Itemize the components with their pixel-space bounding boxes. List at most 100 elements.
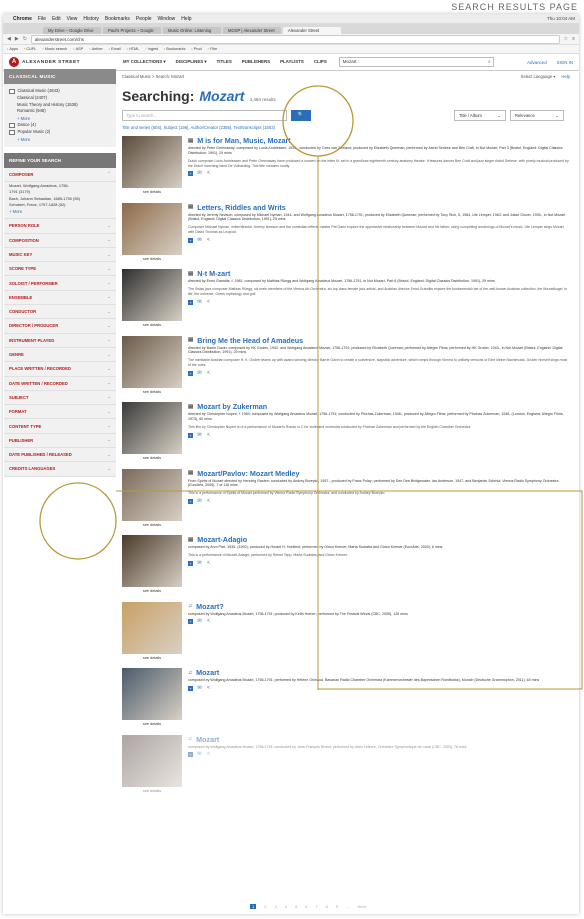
- category-item[interactable]: Romantic (948): [9, 108, 111, 115]
- sort-field-select[interactable]: Title / Album ⌄: [454, 110, 506, 121]
- facet-item[interactable]: INSTRUMENT PLAYED ⌄: [4, 333, 116, 348]
- share-icon[interactable]: <: [206, 237, 211, 243]
- category-item[interactable]: Classical Music (4843): [9, 88, 111, 95]
- share-icon[interactable]: <: [206, 560, 211, 566]
- select-language[interactable]: Select Language ▾: [521, 74, 556, 79]
- facet-item[interactable]: MUSIC KEY ⌄: [4, 247, 116, 263]
- share-icon[interactable]: <: [206, 299, 211, 305]
- facet-composer[interactable]: COMPOSER ⌃: [4, 167, 116, 183]
- see-details-link[interactable]: see details: [143, 656, 161, 660]
- menu-people[interactable]: People: [136, 16, 152, 22]
- bookmark-item[interactable]: Aether: [89, 47, 103, 51]
- facet-item[interactable]: ENSEMBLE ⌄: [4, 290, 116, 306]
- facet-item[interactable]: PERSON ROLE ⌄: [4, 219, 116, 234]
- header-search-input[interactable]: Mozart ⌕: [338, 57, 494, 67]
- result-title-link[interactable]: N-t M-zart: [197, 269, 230, 278]
- page-link[interactable]: 5: [295, 904, 297, 909]
- bookmark-item[interactable]: Film: [208, 47, 217, 51]
- result-title-link[interactable]: Mozart: [196, 735, 219, 744]
- bookmark-item[interactable]: Apps: [7, 47, 18, 51]
- result-thumbnail[interactable]: [122, 601, 182, 654]
- share-icon[interactable]: <: [206, 499, 211, 504]
- more-link[interactable]: + More: [9, 208, 111, 215]
- see-details-link[interactable]: see details: [143, 722, 161, 726]
- menu-file[interactable]: File: [38, 16, 46, 22]
- result-thumbnail[interactable]: [122, 136, 182, 188]
- see-details-link[interactable]: see details: [143, 589, 161, 593]
- email-icon[interactable]: ✉: [197, 499, 202, 504]
- nav-titles[interactable]: TITLES: [217, 59, 232, 65]
- result-thumbnail[interactable]: [122, 535, 182, 587]
- share-icon[interactable]: <: [206, 432, 211, 438]
- add-playlist-icon[interactable]: +: [188, 370, 193, 376]
- page-link[interactable]: Next: [357, 904, 365, 909]
- add-playlist-icon[interactable]: +: [188, 499, 193, 505]
- menu-history[interactable]: History: [83, 16, 99, 22]
- result-title-link[interactable]: Mozart?: [196, 602, 224, 611]
- forward-icon[interactable]: ▶: [15, 36, 19, 42]
- browser-tab[interactable]: Music Online: Listening: [163, 27, 221, 34]
- category-item[interactable]: Dance (4): [9, 122, 111, 129]
- result-thumbnail[interactable]: [122, 202, 182, 255]
- share-icon[interactable]: <: [206, 752, 211, 757]
- sign-in-link[interactable]: SIGN IN: [557, 60, 573, 65]
- result-title-link[interactable]: M is for Man, Music, Mozart: [197, 136, 290, 145]
- result-thumbnail[interactable]: [122, 335, 182, 388]
- result-thumbnail[interactable]: [122, 269, 182, 321]
- add-playlist-icon[interactable]: +: [188, 237, 193, 243]
- result-thumbnail[interactable]: [122, 668, 182, 720]
- facet-item[interactable]: CONTENT TYPE ⌄: [4, 419, 116, 434]
- menu-edit[interactable]: Edit: [52, 16, 61, 22]
- email-icon[interactable]: ✉: [197, 171, 202, 176]
- email-icon[interactable]: ✉: [197, 619, 202, 624]
- bookmark-item[interactable]: HTML: [127, 47, 139, 51]
- bookmark-item[interactable]: Ingest: [145, 47, 158, 51]
- menu-help[interactable]: Help: [181, 16, 191, 22]
- email-icon[interactable]: ✉: [197, 370, 202, 376]
- add-playlist-icon[interactable]: +: [188, 299, 193, 305]
- bookmark-item[interactable]: Music search: [43, 47, 67, 51]
- facet-item[interactable]: SUBJECT ⌄: [4, 390, 116, 406]
- share-icon[interactable]: <: [206, 619, 211, 624]
- facet-item[interactable]: CREDITS LANGUAGES ⌄: [4, 462, 116, 477]
- menu-window[interactable]: Window: [158, 16, 176, 22]
- result-thumbnail[interactable]: [122, 734, 182, 787]
- page-link[interactable]: 1: [250, 904, 257, 909]
- browser-tab[interactable]: My Drive – Google Drive: [43, 27, 101, 34]
- bookmark-item[interactable]: Email: [109, 47, 121, 51]
- see-details-link[interactable]: see details: [143, 190, 161, 194]
- menu-icon[interactable]: ≡: [572, 36, 575, 42]
- page-link[interactable]: 3: [274, 904, 276, 909]
- page-link[interactable]: ...: [346, 904, 349, 909]
- add-playlist-icon[interactable]: +: [188, 752, 193, 758]
- page-link[interactable]: 6: [305, 904, 307, 909]
- result-title-link[interactable]: Letters, Riddles and Writs: [197, 203, 286, 212]
- checkbox[interactable]: [9, 88, 15, 95]
- page-link[interactable]: 7: [315, 904, 317, 909]
- add-playlist-icon[interactable]: +: [188, 619, 193, 625]
- share-icon[interactable]: <: [206, 685, 211, 691]
- category-item[interactable]: Classical (2407): [9, 95, 111, 102]
- facet-item[interactable]: SOLOIST / PERFORMER ⌄: [4, 276, 116, 291]
- share-icon[interactable]: <: [206, 171, 211, 176]
- field-filter-links[interactable]: Title and series (604), Subject (196), A…: [122, 125, 570, 130]
- page-link[interactable]: 4: [285, 904, 287, 909]
- reload-icon[interactable]: ↻: [23, 36, 27, 42]
- browser-tab[interactable]: MOSP | Alexander Street: [223, 27, 281, 34]
- page-link[interactable]: 8: [326, 904, 328, 909]
- browser-tab[interactable]: Paul's Projects – Google: [103, 27, 161, 34]
- result-title-link[interactable]: Mozart: [196, 668, 219, 677]
- search-within-input[interactable]: Type to search...: [122, 110, 287, 121]
- category-item[interactable]: Popular Music (2): [9, 129, 111, 136]
- see-details-link[interactable]: see details: [143, 323, 161, 327]
- facet-item[interactable]: DATE PUBLISHED / RELEASED ⌄: [4, 448, 116, 463]
- page-link[interactable]: 9: [336, 904, 338, 909]
- email-icon[interactable]: ✉: [197, 685, 202, 691]
- address-input[interactable]: alexanderstreet.com/chs: [30, 34, 560, 44]
- page-link[interactable]: 2: [264, 904, 266, 909]
- star-icon[interactable]: ☆: [564, 36, 568, 42]
- result-thumbnail[interactable]: [122, 468, 182, 521]
- more-link[interactable]: + More: [9, 115, 111, 122]
- menu-bookmarks[interactable]: Bookmarks: [105, 16, 130, 22]
- checkbox[interactable]: [9, 129, 15, 136]
